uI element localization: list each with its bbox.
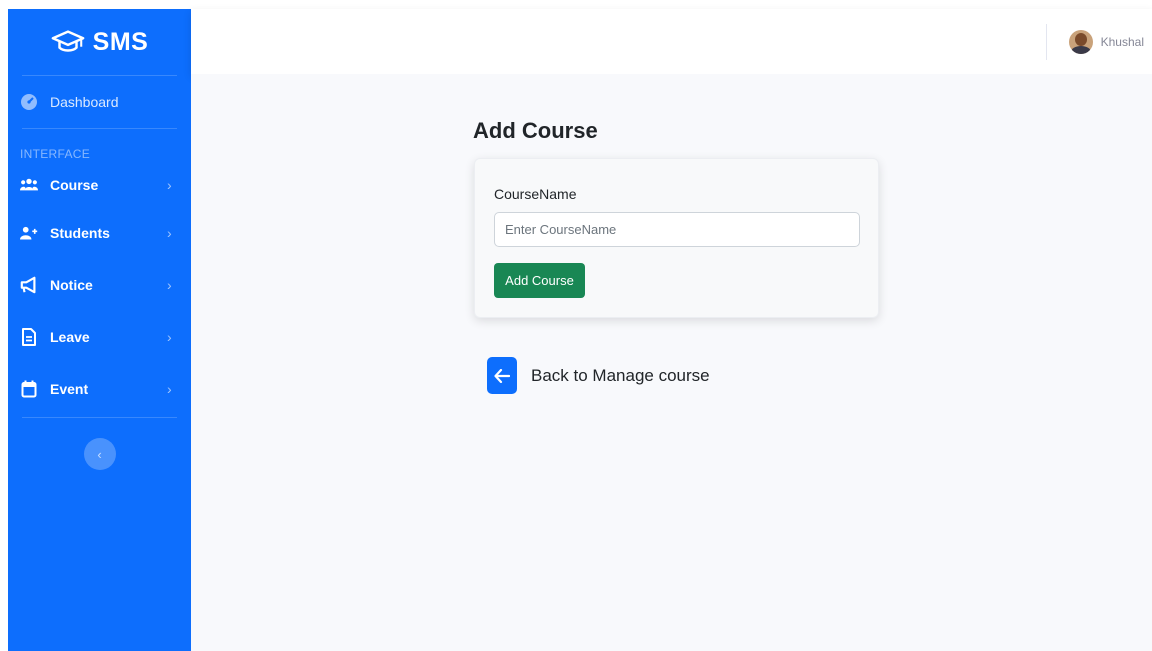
chevron-right-icon: › [167,225,172,241]
sidebar-item-leave[interactable]: Leave › [8,311,191,363]
sidebar-item-label: Event [50,381,89,397]
sidebar-item-label: Leave [50,329,90,345]
sidebar-item-course[interactable]: Course › [8,163,191,207]
main-content: Add Course CourseName Add Course Back to… [191,74,1152,651]
sidebar-heading: INTERFACE [20,147,91,161]
sidebar-item-label: Students [50,225,110,241]
chevron-right-icon: › [167,329,172,345]
add-course-card: CourseName Add Course [474,158,879,318]
topbar: Khushal [191,9,1152,74]
sidebar-item-dashboard[interactable]: Dashboard [8,76,191,128]
calendar-icon [20,380,44,398]
sidebar-item-students[interactable]: Students › [8,207,191,259]
avatar [1068,29,1093,54]
megaphone-icon [20,276,44,294]
brand-name: SMS [92,27,149,56]
back-to-manage-course-link[interactable]: Back to Manage course [487,357,710,394]
sidebar-toggle-button[interactable]: ‹ [83,438,116,470]
user-name: Khushal [1100,34,1144,49]
user-menu[interactable]: Khushal [1068,29,1144,54]
course-name-label: CourseName [494,186,577,202]
chevron-right-icon: › [167,381,172,397]
chevron-left-icon: ‹ [97,446,102,462]
back-link-label: Back to Manage course [531,365,710,385]
page-title: Add Course [473,118,598,143]
sidebar-item-label: Notice [50,277,93,293]
graduation-cap-icon [51,30,84,52]
chevron-right-icon: › [167,177,172,193]
sidebar: SMS Dashboard INTERFACE Course › Student… [8,9,191,651]
users-group-icon [20,176,44,194]
arrow-left-icon [487,357,517,394]
sidebar-item-label: Course [50,177,99,193]
dashboard-gauge-icon [20,93,44,111]
brand[interactable]: SMS [8,9,191,75]
sidebar-item-label: Dashboard [50,94,119,110]
document-icon [20,328,44,346]
course-name-input[interactable] [494,212,860,247]
add-course-button[interactable]: Add Course [494,263,585,298]
user-plus-icon [20,224,44,242]
chevron-right-icon: › [167,277,172,293]
topbar-divider [1045,23,1047,60]
divider [22,417,177,418]
sidebar-item-notice[interactable]: Notice › [8,259,191,311]
sidebar-item-event[interactable]: Event › [8,363,191,415]
